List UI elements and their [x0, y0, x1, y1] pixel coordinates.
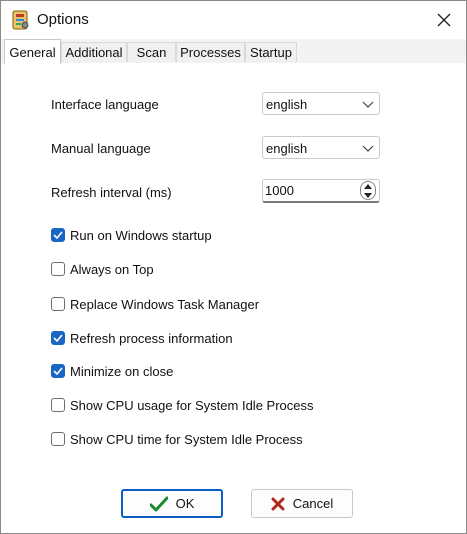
checkbox-cpu-time-idle[interactable]: Show CPU time for System Idle Process	[51, 430, 303, 448]
spinner-buttons	[360, 181, 376, 200]
tab-startup[interactable]: Startup	[245, 42, 297, 62]
checkbox-label: Refresh process information	[70, 330, 233, 346]
checkmark-icon	[53, 231, 63, 239]
checkbox-minimize-on-close[interactable]: Minimize on close	[51, 362, 173, 380]
ok-button-label: OK	[175, 496, 195, 511]
manual-language-value: english	[266, 141, 308, 156]
tab-scan[interactable]: Scan	[127, 42, 176, 62]
checkmark-icon	[53, 334, 63, 342]
checkbox-label: Replace Windows Task Manager	[70, 296, 260, 312]
interface-language-label: Interface language	[51, 97, 159, 112]
checkbox-run-on-startup[interactable]: Run on Windows startup	[51, 226, 212, 244]
ok-button[interactable]: OK	[121, 489, 223, 518]
chevron-down-icon	[362, 145, 374, 152]
refresh-interval-label: Refresh interval (ms)	[51, 185, 172, 200]
checkbox-always-on-top[interactable]: Always on Top	[51, 260, 154, 278]
tab-processes[interactable]: Processes	[176, 42, 245, 62]
checkbox-label: Run on Windows startup	[70, 227, 212, 243]
checkbox-label: Show CPU usage for System Idle Process	[70, 397, 314, 413]
tab-general[interactable]: General	[4, 39, 61, 64]
window-title: Options	[37, 11, 89, 28]
checkbox-box[interactable]	[51, 262, 65, 276]
chevron-down-icon	[362, 101, 374, 108]
checkbox-box[interactable]	[51, 432, 65, 446]
close-button[interactable]	[421, 4, 467, 36]
checkbox-box[interactable]	[51, 228, 65, 242]
refresh-interval-spinner	[262, 179, 380, 203]
title-bar: Options	[1, 1, 466, 39]
checkmark-icon	[53, 367, 63, 375]
interface-language-select[interactable]: english	[262, 92, 380, 115]
checkbox-box[interactable]	[51, 398, 65, 412]
app-tool-icon	[10, 9, 30, 31]
tab-strip: General Additional Scan Processes Startu…	[1, 39, 466, 64]
tab-additional[interactable]: Additional	[61, 42, 127, 62]
checkmark-icon	[149, 496, 168, 511]
refresh-interval-input[interactable]	[265, 182, 355, 199]
checkbox-label: Show CPU time for System Idle Process	[70, 431, 303, 447]
manual-language-select[interactable]: english	[262, 136, 380, 159]
interface-language-value: english	[266, 97, 308, 112]
close-icon	[437, 13, 451, 27]
triangle-up-icon	[364, 183, 372, 189]
manual-language-label: Manual language	[51, 141, 151, 156]
checkbox-replace-task-manager[interactable]: Replace Windows Task Manager	[51, 295, 259, 313]
spin-up-button[interactable]	[361, 182, 375, 190]
checkbox-cpu-usage-idle[interactable]: Show CPU usage for System Idle Process	[51, 396, 314, 414]
checkbox-box[interactable]	[51, 297, 65, 311]
checkbox-box[interactable]	[51, 331, 65, 345]
spin-down-button[interactable]	[361, 191, 375, 199]
checkbox-label: Minimize on close	[70, 363, 174, 379]
general-panel: Interface language english Manual langua…	[1, 63, 466, 533]
checkbox-label: Always on Top	[70, 261, 154, 277]
checkbox-refresh-process-info[interactable]: Refresh process information	[51, 329, 233, 347]
triangle-down-icon	[364, 192, 372, 198]
checkbox-box[interactable]	[51, 364, 65, 378]
cancel-button-label: Cancel	[292, 496, 334, 511]
options-window: Options General Additional Scan Processe…	[0, 0, 467, 534]
x-icon	[271, 497, 285, 510]
cancel-button[interactable]: Cancel	[251, 489, 353, 518]
